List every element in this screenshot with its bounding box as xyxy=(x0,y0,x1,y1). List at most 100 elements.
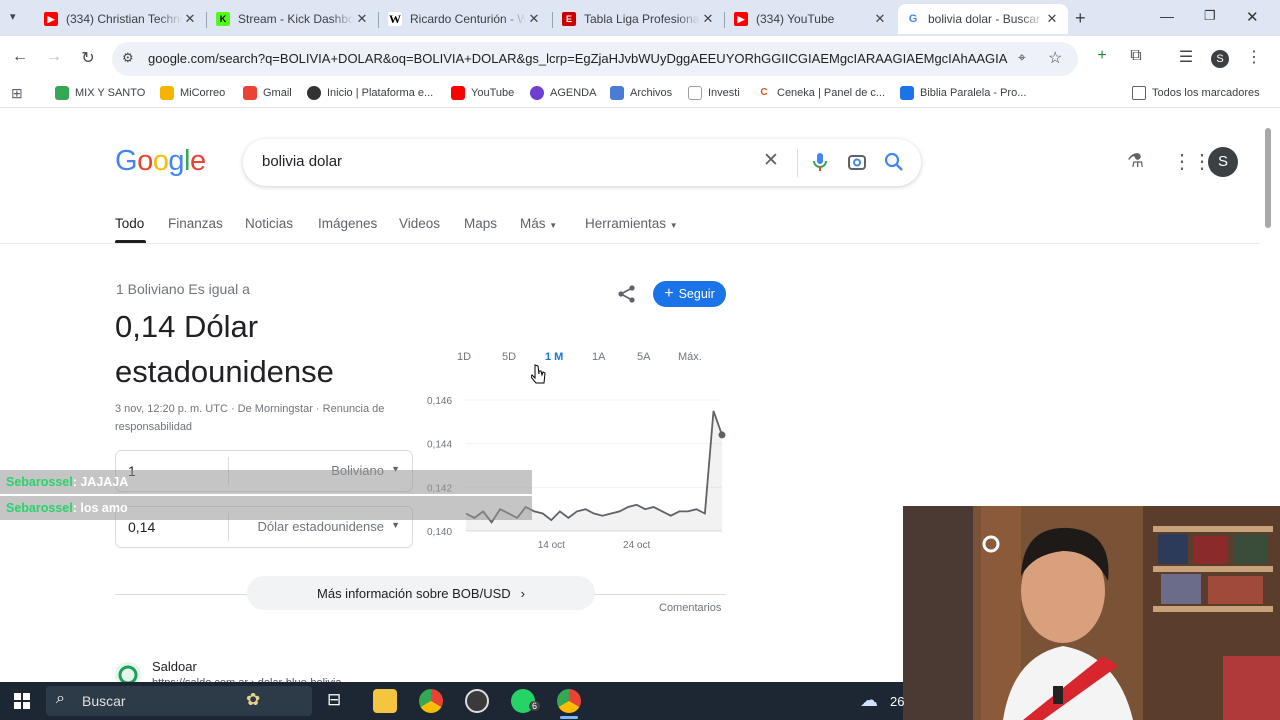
tab-finanzas[interactable]: Finanzas xyxy=(168,216,223,231)
bookmark-investi[interactable]: Investi xyxy=(688,86,740,100)
search-nav-tabs: Todo Finanzas Noticias Imágenes Videos M… xyxy=(0,210,1260,244)
file-explorer-icon[interactable] xyxy=(373,689,397,713)
bookmark-archivos[interactable]: Archivos xyxy=(610,86,672,100)
bookmark-icon xyxy=(530,86,544,100)
restore-icon[interactable]: ❐ xyxy=(1204,8,1216,24)
page-scrollbar[interactable] xyxy=(1265,128,1271,228)
range-max[interactable]: Máx. xyxy=(678,351,702,363)
bookmark-label: MIX Y SANTO xyxy=(75,87,146,99)
reload-icon[interactable]: ↻ xyxy=(76,48,100,68)
address-bar[interactable]: ⚙ google.com/search?q=BOLIVIA+DOLAR&oq=B… xyxy=(112,42,1078,76)
bookmark-inicio-plataforma[interactable]: Inicio | Plataforma e... xyxy=(307,86,433,100)
follow-label: Seguir xyxy=(678,287,715,301)
back-icon[interactable]: ← xyxy=(8,48,32,66)
account-avatar[interactable]: S xyxy=(1208,147,1238,177)
bookmark-micorreo[interactable]: MiCorreo xyxy=(160,86,225,100)
google-apps-icon[interactable]: ⋮⋮ xyxy=(1172,149,1212,174)
close-tab-icon[interactable]: ✕ xyxy=(700,11,716,27)
close-tab-icon[interactable]: ✕ xyxy=(1044,11,1060,27)
bookmark-star-icon[interactable]: ☆ xyxy=(1048,48,1062,68)
location-icon[interactable]: ⌖ xyxy=(1018,49,1026,66)
tab-videos[interactable]: Videos xyxy=(399,216,440,231)
all-bookmarks[interactable]: Todos los marcadores xyxy=(1132,86,1260,100)
to-amount-input[interactable]: 0,14 xyxy=(128,519,155,535)
chrome-active-icon[interactable] xyxy=(557,689,581,713)
result-site-name[interactable]: Saldoar xyxy=(152,659,197,674)
tools-button[interactable]: Herramientas ▼ xyxy=(585,216,678,231)
bookmark-icon xyxy=(900,86,914,100)
obs-icon[interactable] xyxy=(465,689,489,713)
tab-liga-profesional[interactable]: E Tabla Liga Profesional ✕ xyxy=(554,4,724,34)
weather-icon[interactable]: ☁ xyxy=(860,690,878,711)
close-window-icon[interactable]: ✕ xyxy=(1246,8,1259,26)
youtube-icon xyxy=(451,86,465,100)
tab-search-icon[interactable]: ▾ xyxy=(10,10,16,23)
tab-imagenes[interactable]: Imágenes xyxy=(318,216,377,231)
close-tab-icon[interactable]: ✕ xyxy=(872,11,888,27)
range-5a[interactable]: 5A xyxy=(637,351,650,363)
google-logo[interactable]: Google xyxy=(115,145,206,178)
apps-grid-icon[interactable]: ⊞ xyxy=(11,85,23,102)
range-5d[interactable]: 5D xyxy=(502,351,516,363)
bookmark-agenda[interactable]: AGENDA xyxy=(530,86,596,100)
bookmark-mix-y-santo[interactable]: MIX Y SANTO xyxy=(55,86,145,100)
search-input[interactable]: bolivia dolar xyxy=(262,153,342,170)
windows-start-icon[interactable] xyxy=(14,693,30,709)
clear-icon[interactable]: ✕ xyxy=(763,149,779,172)
tab-mas[interactable]: Más ▼ xyxy=(520,216,557,231)
logo-letter: G xyxy=(115,145,138,177)
share-icon[interactable] xyxy=(617,284,637,304)
profile-avatar[interactable]: S xyxy=(1211,50,1229,68)
task-view-icon[interactable]: ⊟ xyxy=(327,690,341,710)
range-1m[interactable]: 1 M xyxy=(545,351,563,363)
close-tab-icon[interactable]: ✕ xyxy=(354,11,370,27)
x-tick-label: 14 oct xyxy=(538,540,565,551)
extension-plus-icon[interactable]: + xyxy=(1090,47,1114,65)
to-currency-select[interactable]: Dólar estadounidense xyxy=(258,519,384,534)
forward-icon[interactable]: → xyxy=(42,48,66,66)
bookmarks-bar: ⊞ MIX Y SANTO MiCorreo Gmail Inicio | Pl… xyxy=(0,80,1280,108)
search-box[interactable]: bolivia dolar ✕ xyxy=(243,139,921,186)
more-info-button[interactable]: Más información sobre BOB/USD › xyxy=(247,576,595,610)
active-tab-indicator xyxy=(115,240,146,243)
minimize-icon[interactable]: — xyxy=(1160,8,1174,24)
close-tab-icon[interactable]: ✕ xyxy=(526,11,542,27)
tab-youtube-christian[interactable]: ▶ (334) Christian Technology ✕ xyxy=(36,4,206,34)
media-controls-icon[interactable]: ☰ xyxy=(1174,47,1198,67)
extensions-icon[interactable]: ⧉ xyxy=(1124,47,1148,65)
chat-username: Sebarossel xyxy=(6,475,73,489)
tab-maps[interactable]: Maps xyxy=(464,216,497,231)
chrome-icon[interactable] xyxy=(419,689,443,713)
bookmark-biblia-paralela[interactable]: Biblia Paralela - Pro... xyxy=(900,86,1026,100)
follow-button[interactable]: + Seguir xyxy=(653,281,726,307)
site-info-icon[interactable]: ⚙ xyxy=(122,50,134,66)
conversion-timestamp: 3 nov, 12:20 p. m. UTC · De Morningstar … xyxy=(115,403,385,433)
bookmark-gmail[interactable]: Gmail xyxy=(243,86,292,100)
feedback-link[interactable]: Comentarios xyxy=(659,602,721,614)
labs-flask-icon[interactable]: ⚗ xyxy=(1127,150,1144,173)
tab-youtube[interactable]: ▶ (334) YouTube ✕ xyxy=(726,4,896,34)
new-tab-button[interactable]: + xyxy=(1075,8,1086,29)
bookmark-youtube[interactable]: YouTube xyxy=(451,86,514,100)
microphone-icon[interactable] xyxy=(812,152,828,172)
bookmark-label: Todos los marcadores xyxy=(1152,87,1260,99)
menu-icon[interactable]: ⋮ xyxy=(1242,47,1266,67)
range-1a[interactable]: 1A xyxy=(592,351,605,363)
taskbar-search[interactable]: ⌕ Buscar ✿ xyxy=(46,686,312,716)
close-tab-icon[interactable]: ✕ xyxy=(182,11,198,27)
tab-noticias[interactable]: Noticias xyxy=(245,216,293,231)
tab-kick-dashboard[interactable]: K Stream - Kick Dashboard ✕ xyxy=(208,4,378,34)
bookmark-label: Biblia Paralela - Pro... xyxy=(920,87,1027,99)
bookmark-icon xyxy=(610,86,624,100)
tab-todo[interactable]: Todo xyxy=(115,216,144,231)
tab-google-search[interactable]: G bolivia dolar - Buscar con Google ✕ xyxy=(898,4,1068,34)
tab-wikipedia[interactable]: W Ricardo Centurión - Wikipedia ✕ xyxy=(380,4,550,34)
lens-icon[interactable] xyxy=(847,152,867,172)
bookmark-label: MiCorreo xyxy=(180,87,226,99)
range-1d[interactable]: 1D xyxy=(457,351,471,363)
search-icon[interactable] xyxy=(884,152,904,172)
browser-toolbar: ← → ↻ ⚙ google.com/search?q=BOLIVIA+DOLA… xyxy=(0,36,1280,80)
youtube-icon: ▶ xyxy=(734,12,748,26)
bookmark-ceneka[interactable]: C Ceneka | Panel de c... xyxy=(757,86,885,100)
tab-divider xyxy=(552,12,553,28)
